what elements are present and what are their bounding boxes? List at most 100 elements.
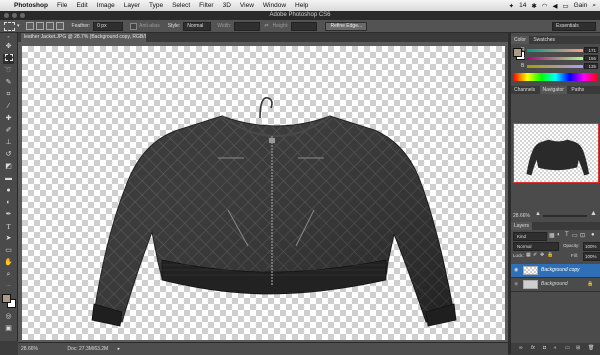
workspace-select[interactable]: Essentials	[552, 21, 596, 31]
filter-toggle-icon[interactable]: ●	[591, 232, 595, 238]
jacket-image[interactable]	[22, 46, 505, 340]
layer-filter-select[interactable]: Kind	[513, 232, 547, 241]
lock-all-icon[interactable]: 🔒	[547, 252, 553, 258]
clone-stamp-tool-icon[interactable]: ⊥	[3, 138, 14, 148]
refine-edge-button[interactable]: Refine Edge...	[325, 21, 368, 31]
add-selection-icon[interactable]	[35, 22, 44, 30]
new-selection-icon[interactable]	[25, 22, 34, 30]
rectangle-tool-icon[interactable]: ▭	[3, 246, 14, 256]
move-tool-icon[interactable]: ✥	[3, 42, 14, 52]
lasso-tool-icon[interactable]: ➰	[3, 66, 14, 76]
status-menu-icon[interactable]: ▸	[118, 346, 121, 352]
visibility-eye-icon[interactable]: ◉	[514, 278, 518, 291]
lock-position-icon[interactable]: ✥	[540, 252, 544, 258]
blur-tool-icon[interactable]: ●	[3, 186, 14, 196]
hand-tool-icon[interactable]: ✋	[3, 258, 14, 268]
adjustment-layer-icon[interactable]: ◐	[554, 345, 557, 351]
menu-window[interactable]: Window	[263, 2, 286, 9]
height-input[interactable]	[291, 21, 318, 31]
wifi-icon[interactable]: ◠	[542, 2, 548, 10]
tab-layers[interactable]: Layers	[511, 222, 533, 230]
color-panel-foreground-swatch[interactable]	[513, 48, 522, 57]
navigator-preview[interactable]	[513, 123, 599, 183]
menu-image[interactable]: Image	[97, 2, 115, 9]
layer-row-background[interactable]: ◉ Background 🔒	[511, 278, 600, 292]
zoom-tool-icon[interactable]: ⌕	[3, 270, 14, 280]
add-mask-icon[interactable]: ◘	[543, 345, 546, 351]
feather-input[interactable]: 0 px	[93, 21, 124, 31]
volume-icon[interactable]: ◀	[552, 2, 557, 10]
quick-mask-icon[interactable]: ◎	[3, 312, 14, 322]
filter-pixel-icon[interactable]: ▦	[549, 232, 555, 239]
screen-mode-icon[interactable]: ▣	[3, 324, 14, 334]
green-slider[interactable]	[527, 57, 583, 60]
type-tool-icon[interactable]: T	[3, 222, 14, 232]
pen-tool-icon[interactable]: ✒	[3, 210, 14, 220]
swap-dimensions-icon[interactable]: ⇄	[264, 23, 268, 29]
width-input[interactable]	[234, 21, 261, 31]
link-layers-icon[interactable]: ∞	[519, 345, 523, 351]
visibility-eye-icon[interactable]: ◉	[514, 264, 518, 277]
navigator-zoom-value[interactable]: 28.66%	[513, 213, 530, 219]
zoom-level[interactable]: 28.66%	[21, 346, 38, 352]
lock-image-icon[interactable]: ✐	[533, 252, 537, 258]
menu-type[interactable]: Type	[149, 2, 163, 9]
intersect-selection-icon[interactable]	[55, 22, 64, 30]
filter-smart-object-icon[interactable]: ⊡	[580, 232, 585, 239]
crop-tool-icon[interactable]: ⌗	[3, 90, 14, 100]
user-name[interactable]: Gain	[574, 2, 588, 9]
color-spectrum-ramp[interactable]	[513, 73, 598, 81]
quick-selection-tool-icon[interactable]: ✎	[3, 78, 14, 88]
new-layer-icon[interactable]: ⊞	[576, 345, 580, 351]
battery-icon[interactable]: ▭	[562, 2, 568, 10]
filter-adjustment-icon[interactable]: ◐	[557, 232, 561, 238]
filter-shape-icon[interactable]: ▭	[572, 232, 578, 239]
collapse-toolbar-icon[interactable]: »	[3, 35, 14, 39]
eyedropper-tool-icon[interactable]: ⁄	[3, 102, 14, 112]
menu-help[interactable]: Help	[295, 2, 308, 9]
menu-file[interactable]: File	[57, 2, 67, 9]
history-brush-tool-icon[interactable]: ↺	[3, 150, 14, 160]
marquee-tool-preset-icon[interactable]	[4, 21, 15, 31]
app-menu[interactable]: Photoshop	[14, 2, 48, 9]
layer-name[interactable]: Background	[541, 278, 568, 291]
bluetooth-icon[interactable]: ✱	[531, 2, 536, 10]
menu-filter[interactable]: Filter	[199, 2, 213, 9]
blue-slider[interactable]	[527, 65, 583, 68]
red-slider[interactable]	[527, 49, 583, 52]
tool-preset-dropdown-icon[interactable]: ▾	[17, 23, 20, 29]
blue-value[interactable]: 135	[584, 63, 598, 69]
subtract-selection-icon[interactable]	[45, 22, 54, 30]
brush-tool-icon[interactable]: ✐	[3, 126, 14, 136]
layer-row-background-copy[interactable]: ◉ Background copy	[511, 264, 600, 278]
dodge-tool-icon[interactable]: ◐	[3, 198, 14, 208]
menu-view[interactable]: View	[240, 2, 254, 9]
healing-brush-tool-icon[interactable]: ✚	[3, 114, 14, 124]
path-selection-tool-icon[interactable]: ➤	[3, 234, 14, 244]
tab-channels[interactable]: Channels	[511, 87, 538, 93]
style-select[interactable]: Normal	[183, 21, 212, 31]
tab-swatches[interactable]: Swatches	[530, 37, 558, 43]
filter-type-icon[interactable]: T	[565, 232, 569, 238]
rectangular-marquee-tool-icon[interactable]	[3, 54, 14, 64]
gradient-tool-icon[interactable]: ▬	[3, 174, 14, 184]
tab-color[interactable]: Color	[511, 36, 529, 44]
menu-3d[interactable]: 3D	[223, 2, 231, 9]
navigator-zoom-slider[interactable]	[543, 215, 587, 217]
green-value[interactable]: 156	[584, 55, 598, 61]
menu-layer[interactable]: Layer	[124, 2, 140, 9]
document-info[interactable]: Doc: 27.3M/63.2M	[67, 346, 108, 352]
status-icon[interactable]: ✦	[509, 2, 514, 10]
layer-style-icon[interactable]: fx	[531, 345, 535, 351]
delete-layer-icon[interactable]: 🗑	[588, 345, 594, 351]
new-group-icon[interactable]: ▭	[565, 345, 570, 351]
document-tab[interactable]: leather Jacket.JPG @ 28.7% (Background c…	[21, 33, 146, 42]
lock-transparent-icon[interactable]: ▦	[526, 252, 531, 258]
menu-edit[interactable]: Edit	[76, 2, 87, 9]
antialias-checkbox[interactable]	[130, 22, 138, 30]
red-value[interactable]: 171	[584, 47, 598, 53]
more-tools-icon[interactable]: ⋯	[3, 281, 14, 291]
menu-select[interactable]: Select	[172, 2, 190, 9]
zoom-out-icon[interactable]: ▲	[535, 211, 541, 217]
tab-paths[interactable]: Paths	[568, 87, 587, 93]
